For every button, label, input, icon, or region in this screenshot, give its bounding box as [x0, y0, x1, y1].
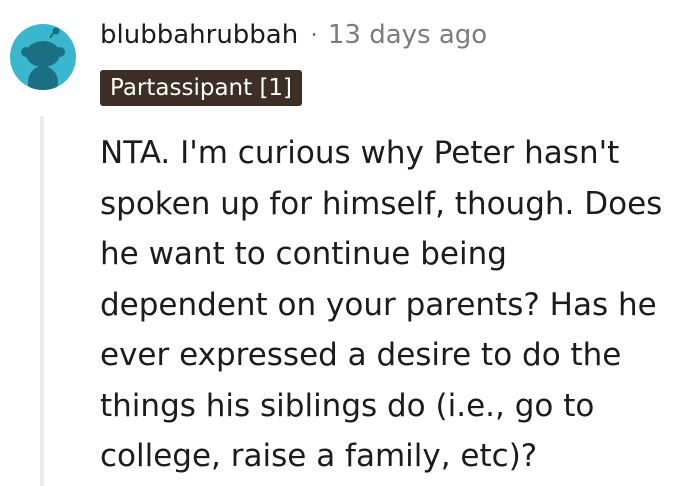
- comment-header: blubbahrubbah · 13 days ago: [100, 14, 487, 56]
- username-link[interactable]: blubbahrubbah: [100, 20, 298, 50]
- timestamp-link[interactable]: 13 days ago: [328, 20, 487, 50]
- comment-body: NTA. I'm curious why Peter hasn't spoken…: [100, 135, 663, 474]
- avatar[interactable]: [10, 24, 76, 90]
- reddit-snoo-avatar-icon: [21, 27, 65, 90]
- separator-dot: ·: [310, 21, 318, 49]
- thread-collapse-line[interactable]: [40, 116, 44, 486]
- comment: blubbahrubbah · 13 days ago Partassipant…: [0, 0, 700, 486]
- user-flair-badge: Partassipant [1]: [100, 70, 303, 106]
